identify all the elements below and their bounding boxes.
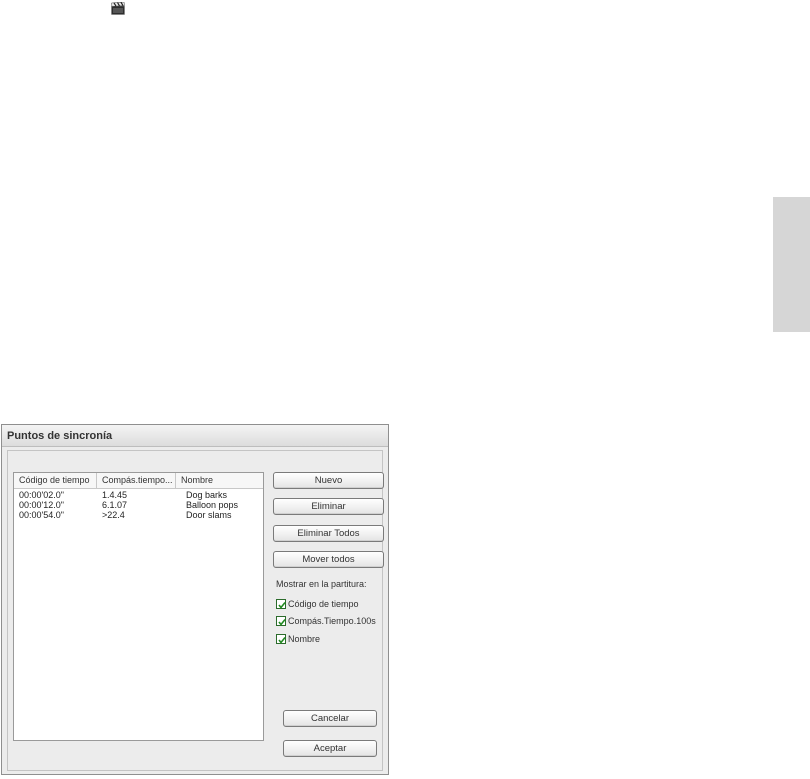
checkbox-label: Compás.Tiempo.100s [288,616,376,626]
cell-name: Dog barks [186,490,228,500]
column-header-timecode[interactable]: Código de tiempo [14,473,97,488]
new-button[interactable]: Nuevo [273,472,384,489]
checkbox-label: Nombre [288,634,321,644]
cell-name: Balloon pops [186,500,239,510]
checkbox-label: Código de tiempo [288,599,359,609]
cell-name: Door slams [186,510,232,520]
cell-timecode: 00:00'02.0" [19,490,64,500]
column-header-name[interactable]: Nombre [176,473,263,488]
cell-timecode: 00:00'12.0" [19,500,64,510]
checkbox[interactable] [276,599,286,609]
cell-measure: 6.1.07 [102,500,128,510]
checkbox[interactable] [276,634,286,644]
checkbox[interactable] [276,616,286,626]
cell-measure: 1.4.45 [102,490,128,500]
delete-button[interactable]: Eliminar [273,498,384,515]
accept-button[interactable]: Aceptar [283,740,377,757]
sync-points-list[interactable]: Código de tiempo Compás.tiempo... Nombre… [13,472,264,741]
cancel-button[interactable]: Cancelar [283,710,377,727]
table-row[interactable]: 00:00'02.0" 1.4.45 Dog barks [14,490,263,500]
delete-all-button[interactable]: Eliminar Todos [273,525,384,542]
table-row[interactable]: 00:00'12.0" 6.1.07 Balloon pops [14,500,263,510]
cell-timecode: 00:00'54.0" [19,510,64,520]
column-header-measure[interactable]: Compás.tiempo... [97,473,176,488]
clapperboard-icon [111,2,125,15]
side-tab [773,197,810,332]
dialog-title: Puntos de sincronía [2,425,388,447]
table-row[interactable]: 00:00'54.0" >22.4 Door slams [14,510,263,520]
list-header: Código de tiempo Compás.tiempo... Nombre [14,473,263,489]
cell-measure: >22.4 [102,510,125,520]
sync-points-dialog: Puntos de sincronía Código de tiempo Com… [1,424,389,775]
show-in-score-label: Mostrar en la partitura: [276,579,367,589]
move-all-button[interactable]: Mover todos [273,551,384,568]
